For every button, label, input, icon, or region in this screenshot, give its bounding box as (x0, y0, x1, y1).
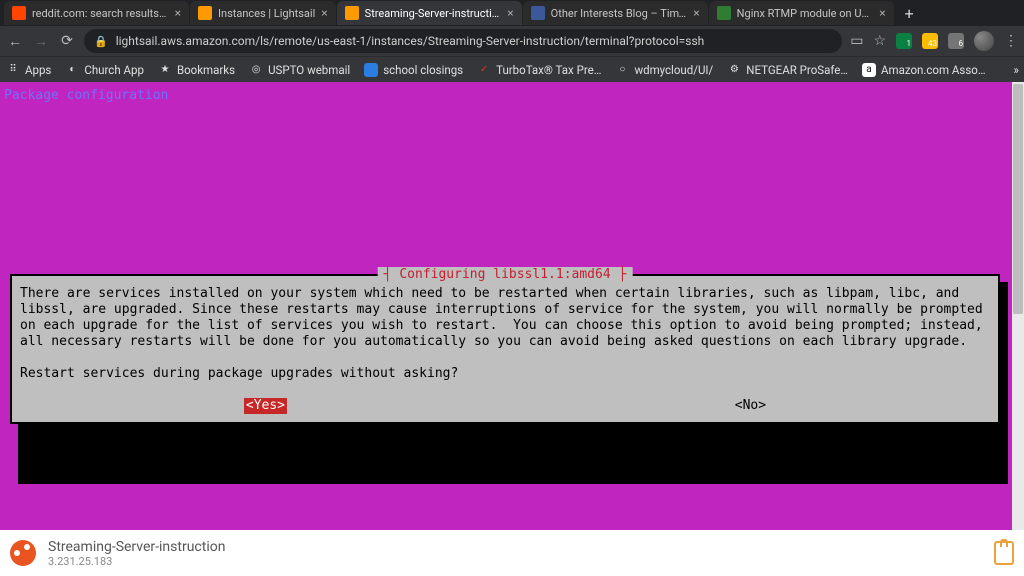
bookmark-label: NETGEAR ProSafe… (746, 63, 848, 77)
new-tab-button[interactable]: + (895, 4, 924, 23)
instance-meta: Streaming-Server-instruction 3.231.25.18… (48, 539, 225, 568)
star-icon[interactable]: ☆ (873, 33, 886, 49)
badge: 43 (928, 39, 937, 48)
check-icon: ✓ (477, 63, 491, 77)
blog-icon (531, 6, 545, 20)
nginx-icon (717, 6, 731, 20)
terminal-viewport[interactable]: Package configuration ┤ Configuring libs… (0, 82, 1024, 530)
bookmark-label: Apps (25, 63, 51, 77)
close-icon[interactable]: × (693, 6, 699, 20)
aws-icon (198, 6, 212, 20)
bookmark-label: USPTO webmail (268, 63, 350, 77)
tab-title: Instances | Lightsail (218, 7, 315, 20)
bookmark-uspto[interactable]: ◎ USPTO webmail (249, 63, 350, 77)
terminal-scrollbar[interactable] (1012, 82, 1024, 530)
instance-ip: 3.231.25.183 (48, 555, 225, 568)
tab-streaming-server[interactable]: Streaming-Server-instruction × (337, 1, 522, 25)
site-icon (364, 63, 378, 77)
browser-toolbar: ← → ⟳ 🔒 lightsail.aws.amazon.com/ls/remo… (0, 26, 1024, 56)
reload-button[interactable]: ⟳ (58, 33, 76, 49)
bookmark-label: TurboTax® Tax Pre… (496, 63, 601, 77)
globe-icon: ○ (615, 63, 629, 77)
globe-icon: ◐ (65, 63, 79, 77)
bookmark-church-app[interactable]: ◐ Church App (65, 63, 144, 77)
tab-other-interests[interactable]: Other Interests Blog – Tim's Dr × (523, 1, 708, 25)
tab-title: Nginx RTMP module on Ubuntu (737, 7, 874, 20)
cast-icon[interactable]: ▭ (850, 33, 863, 49)
tab-title: reddit.com: search results - hls (32, 7, 169, 20)
back-button[interactable]: ← (6, 33, 24, 50)
badge: 1 (907, 39, 912, 48)
apps-icon: ⠿ (6, 63, 20, 77)
bookmark-school-closings[interactable]: school closings (364, 63, 463, 77)
tab-nginx-rtmp[interactable]: Nginx RTMP module on Ubuntu × (709, 1, 894, 25)
instance-name: Streaming-Server-instruction (48, 539, 225, 555)
tab-lightsail-instances[interactable]: Instances | Lightsail × (190, 1, 336, 25)
url-text: lightsail.aws.amazon.com/ls/remote/us-ea… (116, 34, 705, 48)
browser-tabstrip: reddit.com: search results - hls × Insta… (0, 0, 1024, 26)
star-icon: ★ (158, 63, 172, 77)
close-icon[interactable]: × (321, 6, 327, 20)
bookmark-label: Bookmarks (177, 63, 235, 77)
scrollbar-thumb[interactable] (1013, 84, 1023, 314)
amazon-icon: a (862, 63, 876, 77)
dialog-buttons: <Yes> <No> (20, 398, 990, 414)
bookmark-netgear[interactable]: ⚙ NETGEAR ProSafe… (727, 63, 848, 77)
bookmark-turbotax[interactable]: ✓ TurboTax® Tax Pre… (477, 63, 601, 77)
close-icon[interactable]: × (175, 6, 181, 20)
lightsail-footer: Streaming-Server-instruction 3.231.25.18… (0, 530, 1024, 576)
yes-button[interactable]: <Yes> (244, 398, 287, 414)
tab-title: Streaming-Server-instruction (365, 7, 502, 20)
dialog-title: ┤ Configuring libssl1.1:amd64 ├ (378, 267, 633, 283)
gear-icon: ⚙ (727, 63, 741, 77)
configure-libssl-dialog: ┤ Configuring libssl1.1:amd64 ├ There ar… (10, 274, 1000, 424)
tab-title: Other Interests Blog – Tim's Dr (551, 7, 688, 20)
bookmark-wdmycloud[interactable]: ○ wdmycloud/UI/ (615, 63, 713, 77)
lock-icon: 🔒 (94, 35, 108, 48)
globe-icon: ◎ (249, 63, 263, 77)
ubuntu-icon (10, 540, 36, 566)
address-bar[interactable]: 🔒 lightsail.aws.amazon.com/ls/remote/us-… (84, 29, 842, 53)
bookmark-apps[interactable]: ⠿ Apps (6, 63, 51, 77)
bookmark-bookmarks[interactable]: ★ Bookmarks (158, 63, 235, 77)
menu-icon[interactable]: ⋮ (1004, 33, 1018, 49)
close-icon[interactable]: × (879, 6, 885, 20)
badge: 6 (959, 39, 964, 48)
tab-reddit[interactable]: reddit.com: search results - hls × (4, 1, 189, 25)
package-config-header: Package configuration (4, 88, 168, 104)
toolbar-right: ▭ ☆ 1 43 6 ⋮ (850, 31, 1018, 51)
bookmark-label: wdmycloud/UI/ (634, 63, 713, 77)
extension-2-icon[interactable]: 43 (922, 33, 938, 49)
forward-button[interactable]: → (32, 33, 50, 50)
clipboard-icon[interactable] (994, 541, 1014, 565)
extension-1-icon[interactable]: 1 (896, 33, 912, 49)
reddit-icon (12, 6, 26, 20)
bookmark-label: Amazon.com Asso… (881, 63, 986, 77)
bookmark-amazon[interactable]: a Amazon.com Asso… (862, 63, 986, 77)
no-button[interactable]: <No> (735, 398, 766, 414)
bookmarks-bar: ⠿ Apps ◐ Church App ★ Bookmarks ◎ USPTO webm… (0, 56, 1024, 82)
dialog-body-text: There are services installed on your sys… (20, 286, 990, 350)
aws-icon (345, 6, 359, 20)
extension-3-icon[interactable]: 6 (948, 33, 964, 49)
bookmark-label: school closings (383, 63, 463, 77)
dialog-title-text: Configuring libssl1.1:amd64 (399, 267, 610, 282)
dialog-question-text: Restart services during package upgrades… (20, 366, 990, 382)
overflow-icon[interactable]: » (1014, 63, 1019, 77)
bookmark-label: Church App (84, 63, 144, 77)
close-icon[interactable]: × (507, 6, 513, 20)
profile-avatar[interactable] (974, 31, 994, 51)
